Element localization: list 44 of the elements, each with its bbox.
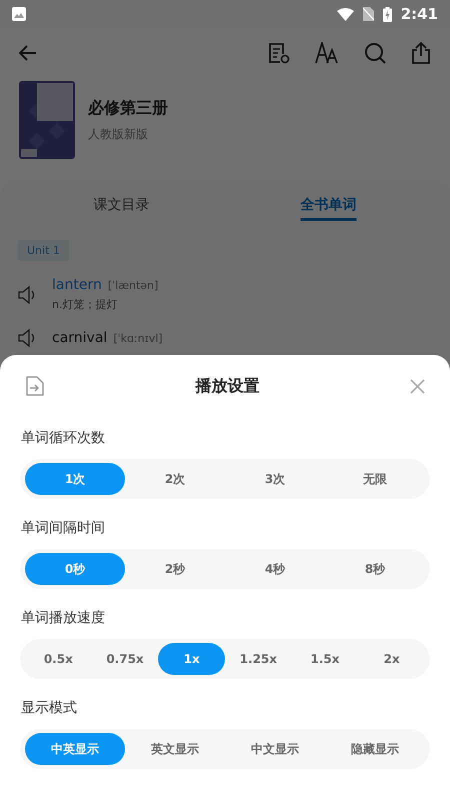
option-button[interactable]: 2秒 [125,553,225,585]
option-button[interactable]: 0秒 [25,553,125,585]
option-button[interactable]: 2次 [125,463,225,495]
option-button[interactable]: 0.75x [92,643,158,675]
option-button[interactable]: 3次 [225,463,325,495]
search-icon[interactable] [364,42,386,64]
option-button[interactable]: 2x [358,643,426,675]
phonetic: [ˈlæntən] [108,279,158,292]
wifi-icon [336,8,354,20]
section-label: 单词间隔时间 [21,519,106,537]
section-label: 显示模式 [21,699,78,717]
clock-time: 2:41 [400,5,438,23]
book-edition: 人教版新版 [88,126,149,142]
sheet-title: 播放设置 [196,376,260,396]
share-icon[interactable] [411,42,431,64]
word-meaning: n.灯笼；提灯 [52,297,118,312]
option-button[interactable]: 中英显示 [25,733,125,765]
option-button[interactable]: 1次 [25,463,125,495]
unit-tag: Unit 1 [18,240,69,261]
section-label: 单词播放速度 [21,609,106,627]
option-button[interactable]: 英文显示 [125,733,225,765]
option-button[interactable]: 无限 [325,463,425,495]
book-title: 必修第三册 [88,98,168,118]
export-icon[interactable] [25,375,45,397]
battery-charging-icon [382,6,392,22]
document-icon[interactable] [268,42,290,64]
tab[interactable]: 课文目录 [18,180,225,226]
back-arrow-icon[interactable] [19,45,37,61]
option-button[interactable]: 0.5x [25,643,92,675]
option-button[interactable]: 1x [158,643,226,675]
word: lantern [52,277,102,293]
close-icon[interactable] [410,378,425,394]
word: carnival [52,330,108,346]
option-button[interactable]: 隐藏显示 [325,733,425,765]
option-button[interactable]: 1.25x [225,643,292,675]
image-icon [12,7,26,21]
phonetic: [ˈkɑːnɪvl] [113,332,163,345]
option-button[interactable]: 1.5x [292,643,358,675]
option-button[interactable]: 中文显示 [225,733,325,765]
no-sim-icon [362,7,374,21]
option-button[interactable]: 4秒 [225,553,325,585]
section-label: 单词循环次数 [21,429,106,447]
font-size-icon[interactable] [315,42,339,64]
option-button[interactable]: 8秒 [325,553,425,585]
